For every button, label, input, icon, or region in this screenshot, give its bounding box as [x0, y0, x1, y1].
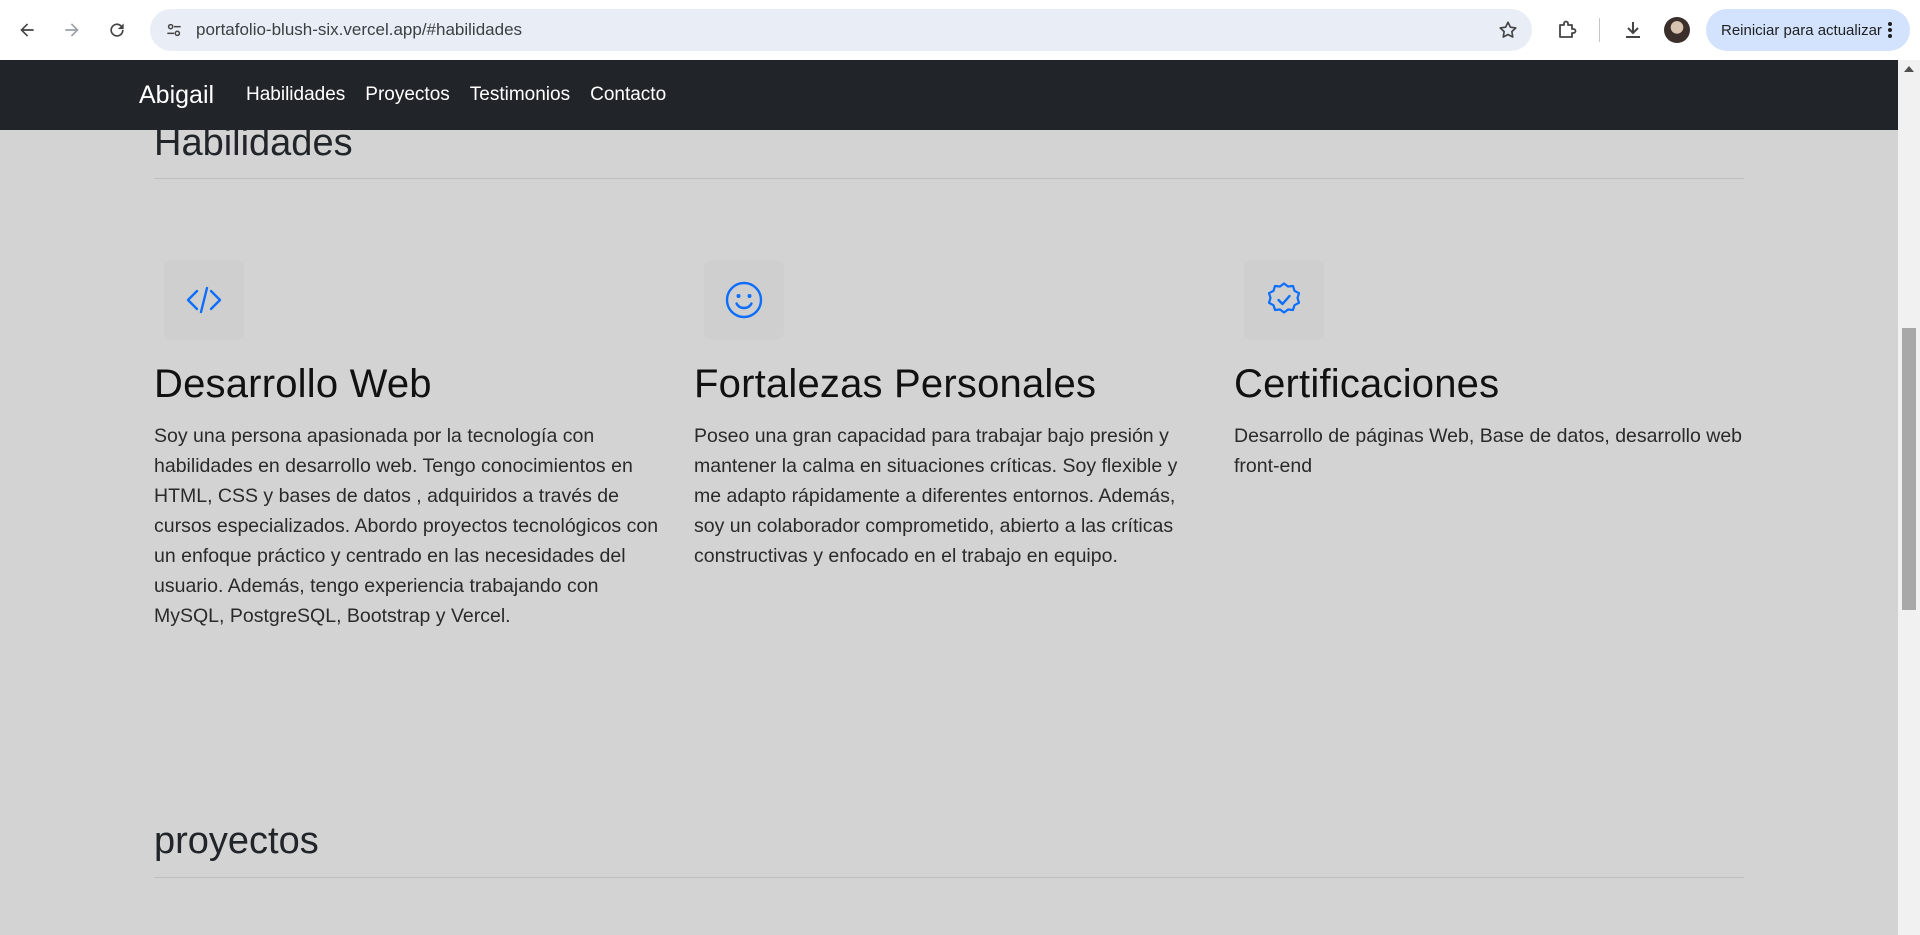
site-navbar: Abigail Habilidades Proyectos Testimonio… — [0, 60, 1898, 130]
url-text[interactable]: portafolio-blush-six.vercel.app/#habilid… — [196, 9, 522, 51]
download-icon — [1626, 22, 1640, 38]
browser-toolbar: portafolio-blush-six.vercel.app/#habilid… — [0, 0, 1920, 60]
projects-divider — [154, 877, 1744, 878]
navbar-links: Habilidades Proyectos Testimonios Contac… — [246, 60, 666, 130]
reload-icon — [110, 23, 124, 37]
navbar-brand[interactable]: Abigail — [139, 60, 214, 130]
feature-certificaciones: Certificaciones Desarrollo de páginas We… — [1234, 260, 1742, 481]
feature-desarrollo-web: Desarrollo Web Soy una persona apasionad… — [154, 260, 658, 631]
projects-section-title: proyectos — [154, 820, 319, 862]
feature-text: Soy una persona apasionada por la tecnol… — [154, 425, 659, 627]
menu-kebab-icon[interactable] — [1880, 20, 1900, 40]
nav-link-habilidades[interactable]: Habilidades — [246, 84, 345, 106]
arrow-right-icon — [65, 23, 79, 37]
address-bar[interactable]: portafolio-blush-six.vercel.app/#habilid… — [150, 9, 1532, 51]
site-info-button[interactable] — [160, 16, 188, 44]
nav-link-testimonios[interactable]: Testimonios — [470, 84, 570, 106]
scroll-up-arrow-icon[interactable] — [1904, 66, 1914, 72]
downloads-button[interactable] — [1618, 15, 1648, 45]
code-icon — [186, 286, 222, 314]
arrow-left-icon — [20, 23, 34, 37]
feature-icon-box — [164, 260, 244, 340]
page-content: Habilidades Desarrollo Web Soy una perso… — [0, 130, 1898, 935]
page-scrollbar[interactable] — [1898, 60, 1920, 935]
update-button[interactable]: Reiniciar para actualizar — [1706, 9, 1910, 51]
extensions-button[interactable] — [1552, 15, 1582, 45]
tune-icon — [167, 23, 181, 37]
forward-button[interactable] — [54, 12, 90, 48]
profile-avatar[interactable] — [1664, 17, 1690, 43]
patch-check-icon — [1267, 282, 1301, 314]
skills-section-title: Habilidades — [154, 130, 353, 164]
scrollbar-thumb[interactable] — [1902, 328, 1916, 610]
feature-title: Desarrollo Web — [154, 362, 432, 406]
nav-link-contacto[interactable]: Contacto — [590, 84, 666, 106]
smiley-icon — [725, 281, 763, 319]
nav-link-proyectos[interactable]: Proyectos — [365, 84, 449, 106]
reload-button[interactable] — [99, 12, 135, 48]
feature-icon-box — [704, 260, 784, 340]
skills-divider — [154, 178, 1744, 179]
feature-text: Desarrollo de páginas Web, Base de datos… — [1234, 425, 1743, 477]
feature-title: Certificaciones — [1234, 362, 1500, 406]
feature-fortalezas-personales: Fortalezas Personales Poseo una gran cap… — [694, 260, 1194, 571]
update-button-label: Reiniciar para actualizar — [1721, 21, 1882, 39]
back-button[interactable] — [9, 12, 45, 48]
toolbar-divider — [1599, 18, 1600, 42]
bookmark-button[interactable] — [1496, 18, 1520, 42]
puzzle-icon — [1559, 20, 1577, 38]
feature-icon-box — [1244, 260, 1324, 340]
star-icon — [1499, 21, 1517, 38]
feature-text: Poseo una gran capacidad para trabajar b… — [694, 425, 1178, 567]
feature-title: Fortalezas Personales — [694, 362, 1097, 406]
